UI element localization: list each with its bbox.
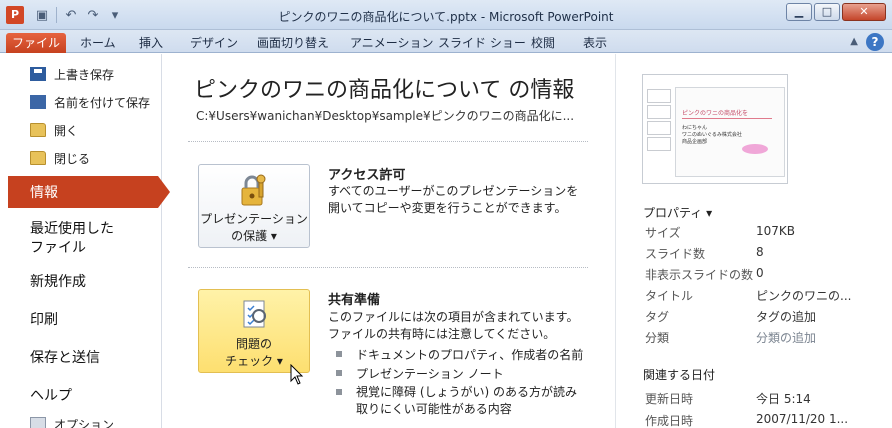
slide-thumbnail[interactable]: ピンクのワニの商品化を わにちゃん ワニのぬいぐるみ株式会社 商品企画部 [642, 74, 788, 184]
tab-view[interactable]: 表示 [583, 33, 607, 53]
date-key: 作成日時 [645, 414, 694, 428]
bullet-icon [336, 351, 342, 357]
menu-save-as-label: 名前を付けて保存 [54, 95, 151, 110]
divider [188, 141, 588, 142]
list-item: プレゼンテーション ノート [336, 365, 504, 382]
close-folder-icon [30, 151, 46, 165]
menu-new[interactable]: 新規作成 [30, 271, 86, 291]
thumbnail-title: ピンクのワニの商品化を [682, 110, 749, 117]
property-key: 分類 [645, 331, 670, 345]
bullet-icon [336, 370, 342, 376]
menu-close-label: 閉じる [54, 151, 91, 166]
menu-save-as[interactable]: 名前を付けて保存 [30, 92, 150, 112]
menu-save-send[interactable]: 保存と送信 [30, 347, 100, 367]
pink-crocodile-image [742, 144, 768, 154]
property-key: サイズ [645, 226, 681, 240]
tab-slideshow[interactable]: スライド ショー [438, 33, 526, 53]
title-bar: P ▣ ↶ ↷ ▾ ピンクのワニの商品化について.pptx - Microsof… [0, 0, 892, 30]
tab-file[interactable]: ファイル [6, 33, 66, 53]
property-value[interactable]: ピンクのワニの... [756, 287, 851, 304]
maximize-button[interactable]: □ [814, 3, 840, 21]
menu-print[interactable]: 印刷 [30, 309, 58, 329]
mouse-cursor-icon [290, 364, 304, 385]
protect-label-line2: の保護 ▾ [231, 229, 277, 243]
save-as-icon [30, 95, 46, 109]
property-key: タイトル [645, 289, 694, 303]
tab-insert[interactable]: 挿入 [139, 33, 163, 53]
menu-info[interactable]: 情報 [30, 182, 58, 202]
list-item: 視覚に障碍 (しょうがい) のある方が読み取りにくい可能性がある内容 [336, 384, 588, 418]
minimize-ribbon-icon[interactable]: ▲ [850, 36, 858, 47]
menu-options-label: オプション [54, 417, 115, 428]
permissions-text: すべてのユーザーがこのプレゼンテーションを開いてコピーや変更を行うことができます… [328, 184, 579, 215]
protect-label-line1: プレゼンテーション [200, 212, 308, 226]
close-button[interactable]: ✕ [842, 3, 886, 21]
property-key: スライド数 [645, 247, 706, 261]
property-value[interactable]: 分類の追加 [756, 329, 816, 346]
window-controls: ▁ □ ✕ [786, 3, 886, 21]
property-value[interactable]: タグの追加 [756, 308, 816, 325]
window-title: ピンクのワニの商品化について.pptx - Microsoft PowerPoi… [278, 10, 614, 24]
menu-help[interactable]: ヘルプ [30, 385, 72, 405]
property-value: 107KB [756, 224, 796, 238]
menu-recent-line1[interactable]: 最近使用した [30, 218, 114, 238]
thumbnail-sub3: 商品企画部 [682, 139, 708, 145]
tab-animations[interactable]: アニメーション [350, 33, 434, 53]
menu-open-label: 開く [54, 123, 79, 138]
prepare-sharing-heading: 共有準備 [328, 293, 381, 308]
file-path: C:¥Users¥wanichan¥Desktop¥sample¥ピンクのワニの… [196, 109, 575, 123]
list-item: ドキュメントのプロパティ、作成者の名前 [336, 346, 583, 363]
thumbnail-sub2: ワニのぬいぐるみ株式会社 [682, 132, 742, 138]
menu-close[interactable]: 閉じる [30, 148, 90, 168]
open-folder-icon [30, 123, 46, 137]
date-value: 2007/11/20 1... [756, 412, 849, 426]
property-value: 8 [756, 245, 764, 259]
bullet-icon [336, 389, 342, 395]
thumbnail-rule [682, 118, 772, 119]
menu-open[interactable]: 開く [30, 120, 78, 140]
property-value: 0 [756, 266, 764, 280]
options-icon [30, 417, 46, 428]
protect-presentation-button[interactable]: プレゼンテーション の保護 ▾ [198, 164, 310, 248]
lock-key-icon [241, 174, 266, 206]
prepare-sharing-text: このファイルには次の項目が含まれています。ファイルの共有時には注意してください。 [328, 310, 579, 341]
save-icon [30, 67, 46, 81]
ribbon-tabs: ファイル ホーム 挿入 デザイン 画面切り替え アニメーション スライド ショー… [0, 30, 892, 53]
tab-review[interactable]: 校閲 [531, 33, 555, 53]
menu-save-label: 上書き保存 [54, 67, 115, 82]
date-value: 今日 5:14 [756, 392, 811, 406]
tab-home[interactable]: ホーム [80, 33, 116, 53]
thumbnail-slide: ピンクのワニの商品化を わにちゃん ワニのぬいぐるみ株式会社 商品企画部 [675, 87, 785, 177]
related-dates-heading: 関連する日付 [643, 368, 716, 382]
minimize-button[interactable]: ▁ [786, 3, 812, 21]
thumbnail-sidebar [645, 87, 673, 181]
tab-transitions[interactable]: 画面切り替え [257, 33, 329, 53]
help-icon[interactable]: ? [866, 33, 884, 51]
check-label-line1: 問題の [235, 337, 272, 351]
check-for-issues-button[interactable]: 問題の チェック ▾ [198, 289, 310, 373]
property-key: 非表示スライドの数 [645, 268, 754, 282]
properties-heading[interactable]: プロパティ ▾ [643, 204, 712, 221]
thumbnail-sub1: わにちゃん [682, 125, 708, 131]
divider [188, 267, 588, 268]
page-title: ピンクのワニの商品化について の情報 [194, 78, 575, 103]
date-key: 更新日時 [645, 392, 694, 406]
tab-design[interactable]: デザイン [190, 33, 238, 53]
permissions-heading: アクセス許可 [328, 168, 406, 183]
property-key: タグ [645, 310, 670, 324]
menu-options[interactable]: オプション [30, 414, 114, 428]
menu-save[interactable]: 上書き保存 [30, 64, 114, 84]
menu-recent-line2[interactable]: ファイル [30, 237, 86, 257]
checklist-icon [243, 300, 266, 328]
